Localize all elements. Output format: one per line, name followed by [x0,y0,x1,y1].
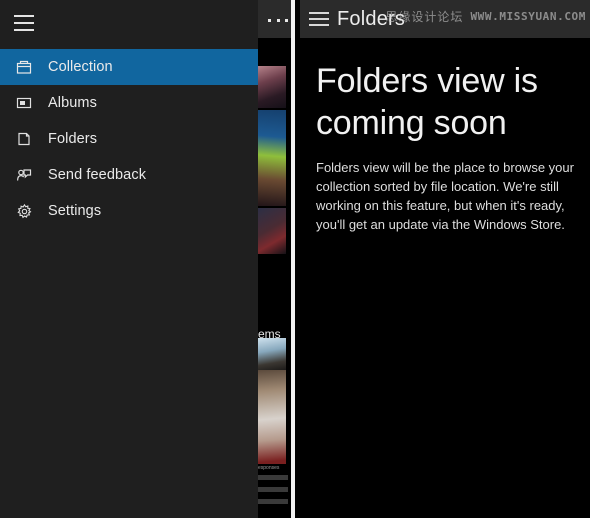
sidebar-item-label: Settings [48,203,102,219]
background-content-strip: ems esponses [258,38,291,518]
app-titlebar: Folders 思缘设计论坛 WWW.MISSYUAN.COM [300,0,590,38]
hamburger-menu-icon[interactable] [10,12,38,34]
albums-icon [0,94,48,112]
sidebar-item-folders[interactable]: Folders [0,121,258,157]
gear-icon [0,203,48,220]
navigation-pane: Collection Albums Folders Send feedback … [0,0,258,518]
sidebar-item-albums[interactable]: Albums [0,85,258,121]
sidebar-item-send-feedback[interactable]: Send feedback [0,157,258,193]
window-divider-edge [295,0,300,518]
watermark-en-text: WWW.MISSYUAN.COM [470,10,586,23]
body-text: Folders view will be the place to browse… [316,160,574,232]
hamburger-menu-icon[interactable] [306,10,332,28]
collection-icon [0,58,48,76]
app-window: Folders 思缘设计论坛 WWW.MISSYUAN.COM Folders … [300,0,590,518]
placeholder-row [258,487,288,492]
photo-thumbnail[interactable] [258,66,286,108]
placeholder-row [258,499,288,504]
photo-thumbnail[interactable] [258,110,286,206]
sidebar-item-label: Albums [48,95,97,111]
photo-thumbnail[interactable] [258,338,286,370]
sidebar-item-label: Collection [48,59,113,75]
headline: Folders view is coming soon [316,62,538,142]
folder-icon [0,130,48,148]
photo-thumbnail[interactable] [258,370,286,464]
more-options-icon[interactable] [268,13,288,27]
sidebar-item-label: Send feedback [48,167,147,183]
nav-list: Collection Albums Folders Send feedback … [0,49,258,229]
sidebar-item-settings[interactable]: Settings [0,193,258,229]
watermark: 思缘设计论坛 WWW.MISSYUAN.COM [385,8,586,25]
sidebar-item-collection[interactable]: Collection [0,49,258,85]
screen: ems esponses Collection Albums Folders S… [0,0,590,518]
background-sub-label: esponses [258,465,280,471]
placeholder-row [258,475,288,480]
nav-header [0,0,258,46]
app-content: Folders view is coming soon Folders view… [300,38,590,234]
sidebar-item-label: Folders [48,131,98,147]
feedback-icon [0,166,48,184]
photo-thumbnail[interactable] [258,208,286,254]
watermark-cn-text: 思缘设计论坛 [385,10,464,24]
